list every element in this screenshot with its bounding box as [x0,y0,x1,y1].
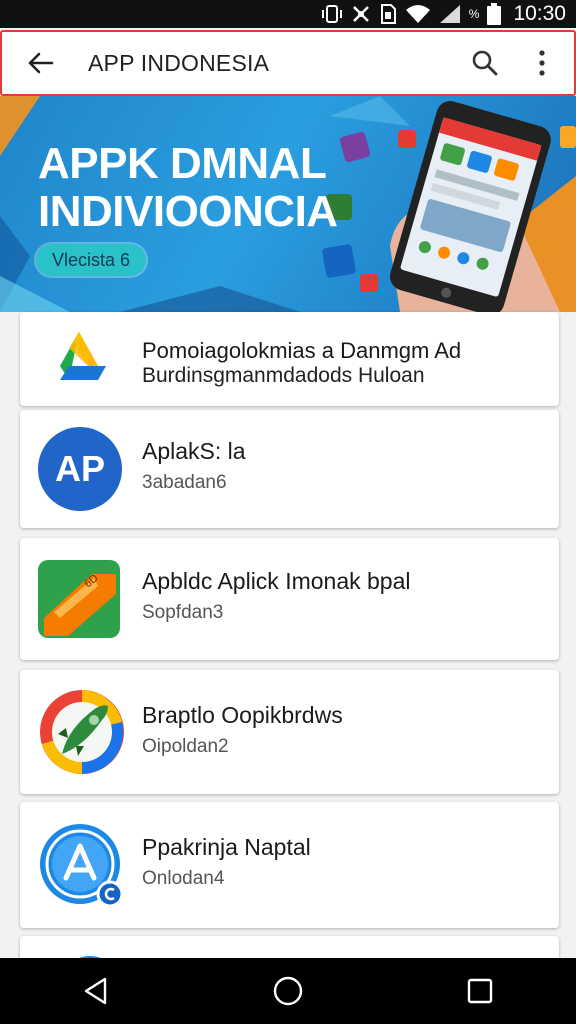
app-subtitle: Oipoldan2 [142,736,229,757]
battery-icon [487,3,502,25]
banner-headline-line2: INDIVIOONCIA [38,187,338,236]
green-orange-tile-icon: 6D [38,560,120,638]
app-store-icon [40,824,124,908]
app-title: Braptlo Oopikbrdws [142,702,343,728]
nav-back-icon [84,977,107,1005]
list-item[interactable]: Ppakrinja Naptal Onlodan4 [20,802,559,928]
search-icon [472,50,498,76]
nav-home-button[interactable] [248,958,328,1024]
app-title: Pomoiagolokmias a Danmgm Ad [142,338,462,363]
no-signal-icon [351,5,371,23]
drive-triangle-icon [60,332,106,380]
list-item[interactable]: AP AplakS: la 3abadan6 [20,410,559,528]
status-bar: % 10:30 [0,0,576,28]
back-button[interactable] [2,31,78,95]
promo-banner[interactable]: APPK DMNAL INDIVIOONCIA Vlecista 6 [0,96,576,312]
more-vert-icon [539,50,545,76]
banner-pill-button[interactable]: Vlecista 6 [36,244,146,276]
screen: % 10:30 APP INDONESIA APPK DMNAL INDIVIO… [0,0,576,1024]
ap-circle-icon: AP [38,427,122,511]
ap-icon-label: AP [54,448,105,489]
nav-home-icon [273,976,303,1006]
sim-icon [379,4,397,24]
search-button[interactable] [456,31,514,95]
app-subtitle: Sopfdan3 [142,602,224,623]
app-title: Apbldc Aplick Imonak bpal [142,568,411,594]
signal-icon [439,4,461,24]
banner-headline-line1: APPK DMNAL [38,139,327,188]
navigation-bar [0,958,576,1024]
list-item[interactable]: Pomoiagolokmias a Danmgm Ad Burdinsgmanm… [20,312,559,406]
status-clock: 10:30 [513,2,566,25]
nav-back-button[interactable] [56,958,136,1024]
list-item[interactable]: Braptlo Oopikbrdws Oipoldan2 [20,670,559,794]
arrow-left-icon [28,52,54,74]
banner-headline: APPK DMNAL INDIVIOONCIA [38,140,358,236]
vibrate-icon [321,5,343,23]
nav-recents-button[interactable] [440,958,520,1024]
rocket-icon [40,690,124,774]
wifi-icon [405,4,431,24]
page-title: APP INDONESIA [88,49,270,76]
app-subtitle: Onlodan4 [142,868,225,889]
app-subtitle: 3abadan6 [142,472,227,493]
app-subtitle: Burdinsgmanmdadods Huloan [142,364,425,387]
app-title: AplakS: la [142,438,246,464]
list-item[interactable]: 6D Apbldc Aplick Imonak bpal Sopfdan3 [20,538,559,660]
app-title: Ppakrinja Naptal [142,834,311,860]
nav-recents-icon [467,978,493,1004]
app-bar: APP INDONESIA [0,30,576,96]
more-options-button[interactable] [514,31,570,95]
battery-percent-text: % [468,7,480,21]
